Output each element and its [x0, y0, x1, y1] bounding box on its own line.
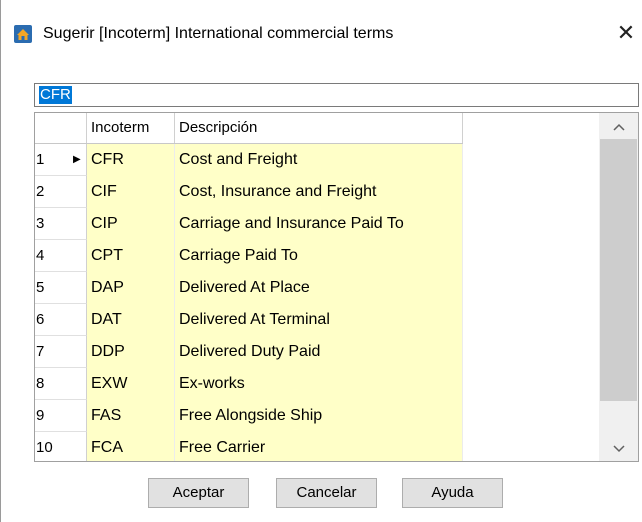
row-number: 7	[35, 336, 87, 368]
cell-incoterm[interactable]: EXW	[87, 368, 175, 400]
cancel-button[interactable]: Cancelar	[276, 478, 377, 508]
incoterm-grid[interactable]: Incoterm Descripción 1 ▶ CFR Cost and Freig…	[34, 112, 639, 462]
close-icon[interactable]: ✕	[613, 20, 639, 46]
cell-descripcion[interactable]: Free Carrier	[175, 432, 463, 461]
grid-header: Incoterm Descripción	[35, 113, 463, 144]
cell-descripcion[interactable]: Carriage Paid To	[175, 240, 463, 272]
title-bar: Sugerir [Incoterm] International commerc…	[1, 0, 642, 66]
column-header-descripcion[interactable]: Descripción	[175, 113, 463, 143]
cell-incoterm[interactable]: CFR	[87, 144, 175, 176]
row-number: 1 ▶	[35, 144, 87, 176]
cell-incoterm[interactable]: FAS	[87, 400, 175, 432]
cell-descripcion[interactable]: Free Alongside Ship	[175, 400, 463, 432]
cell-incoterm[interactable]: DDP	[87, 336, 175, 368]
search-input[interactable]: CFR	[34, 83, 639, 107]
row-number: 2	[35, 176, 87, 208]
table-row[interactable]: 9 FAS Free Alongside Ship	[35, 400, 463, 432]
row-number-label: 6	[36, 311, 45, 328]
cell-incoterm[interactable]: CPT	[87, 240, 175, 272]
row-number: 5	[35, 272, 87, 304]
column-header-incoterm[interactable]: Incoterm	[87, 113, 175, 143]
header-corner	[35, 113, 87, 143]
table-row[interactable]: 7 DDP Delivered Duty Paid	[35, 336, 463, 368]
row-number-label: 1	[36, 151, 45, 168]
scroll-up-icon[interactable]	[599, 115, 638, 137]
table-row[interactable]: 8 EXW Ex-works	[35, 368, 463, 400]
table-row[interactable]: 3 CIP Carriage and Insurance Paid To	[35, 208, 463, 240]
accept-button[interactable]: Aceptar	[148, 478, 249, 508]
cell-descripcion[interactable]: Cost, Insurance and Freight	[175, 176, 463, 208]
row-number-label: 9	[36, 407, 45, 424]
vertical-scrollbar[interactable]	[599, 113, 638, 461]
table-row[interactable]: 10 FCA Free Carrier	[35, 432, 463, 461]
row-number-label: 8	[36, 375, 45, 392]
search-value: CFR	[39, 86, 72, 104]
window-title: Sugerir [Incoterm] International commerc…	[43, 25, 394, 42]
row-number-label: 2	[36, 183, 45, 200]
help-button[interactable]: Ayuda	[402, 478, 503, 508]
app-home-icon	[14, 25, 32, 43]
scroll-down-icon[interactable]	[599, 437, 638, 459]
table-row[interactable]: 6 DAT Delivered At Terminal	[35, 304, 463, 336]
scrollbar-thumb[interactable]	[600, 139, 637, 401]
cell-descripcion[interactable]: Ex-works	[175, 368, 463, 400]
current-row-indicator-icon: ▶	[73, 154, 81, 165]
table-row[interactable]: 4 CPT Carriage Paid To	[35, 240, 463, 272]
row-number-label: 10	[36, 439, 53, 456]
row-number: 8	[35, 368, 87, 400]
row-number: 6	[35, 304, 87, 336]
row-number-label: 5	[36, 279, 45, 296]
row-number: 10	[35, 432, 87, 461]
cell-descripcion[interactable]: Delivered Duty Paid	[175, 336, 463, 368]
table-row[interactable]: 1 ▶ CFR Cost and Freight	[35, 144, 463, 176]
cell-descripcion[interactable]: Cost and Freight	[175, 144, 463, 176]
cell-descripcion[interactable]: Delivered At Place	[175, 272, 463, 304]
cell-incoterm[interactable]: CIP	[87, 208, 175, 240]
row-number-label: 4	[36, 247, 45, 264]
row-number: 4	[35, 240, 87, 272]
table-row[interactable]: 5 DAP Delivered At Place	[35, 272, 463, 304]
cell-descripcion[interactable]: Delivered At Terminal	[175, 304, 463, 336]
row-number: 9	[35, 400, 87, 432]
dialog-window: Sugerir [Incoterm] International commerc…	[0, 0, 642, 522]
cell-incoterm[interactable]: DAT	[87, 304, 175, 336]
row-number-label: 3	[36, 215, 45, 232]
cell-incoterm[interactable]: CIF	[87, 176, 175, 208]
table-row[interactable]: 2 CIF Cost, Insurance and Freight	[35, 176, 463, 208]
row-number: 3	[35, 208, 87, 240]
cell-incoterm[interactable]: FCA	[87, 432, 175, 461]
row-number-label: 7	[36, 343, 45, 360]
cell-incoterm[interactable]: DAP	[87, 272, 175, 304]
cell-descripcion[interactable]: Carriage and Insurance Paid To	[175, 208, 463, 240]
